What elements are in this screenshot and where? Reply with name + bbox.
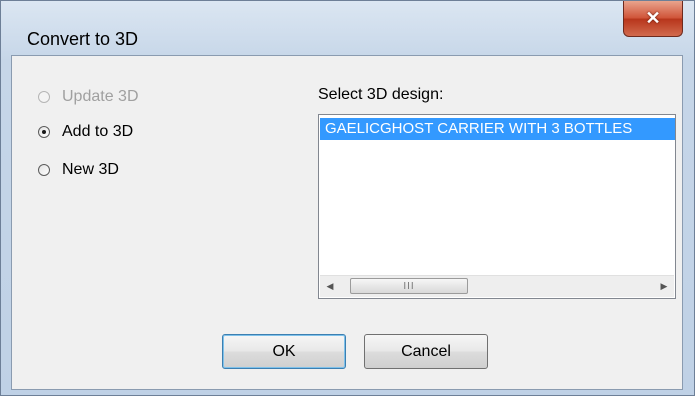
radio-circle-icon: [38, 91, 50, 103]
scroll-right-arrow-icon[interactable]: ▶: [654, 276, 674, 297]
ok-button[interactable]: OK: [222, 334, 346, 369]
radio-selected-dot-icon: [42, 130, 46, 134]
radio-update-3d-label: Update 3D: [62, 88, 139, 105]
radio-circle-icon: [38, 126, 50, 138]
radio-add-to-3d[interactable]: Add to 3D: [38, 123, 133, 141]
dialog-window: Convert to 3D ✕ Update 3D Add to 3D New …: [0, 0, 695, 396]
radio-add-to-3d-label: Add to 3D: [62, 123, 134, 140]
dialog-client-area: Update 3D Add to 3D New 3D Select 3D des…: [11, 55, 683, 390]
radio-new-3d[interactable]: New 3D: [38, 161, 119, 179]
radio-new-3d-label: New 3D: [62, 161, 119, 178]
design-listbox[interactable]: GAELICGHOST CARRIER WITH 3 BOTTLES ◀ III…: [318, 114, 676, 299]
dialog-title: Convert to 3D: [27, 29, 139, 49]
horizontal-scrollbar[interactable]: ◀ III ▶: [320, 275, 674, 297]
list-item[interactable]: GAELICGHOST CARRIER WITH 3 BOTTLES: [320, 118, 675, 140]
scroll-left-arrow-icon[interactable]: ◀: [320, 276, 340, 297]
grip-icon: III: [403, 280, 415, 292]
radio-circle-icon: [38, 164, 50, 176]
close-button[interactable]: ✕: [623, 1, 683, 37]
scrollbar-thumb[interactable]: III: [350, 278, 468, 294]
radio-update-3d[interactable]: Update 3D: [38, 88, 139, 106]
title-bar[interactable]: Convert to 3D ✕: [1, 1, 694, 53]
close-icon: ✕: [645, 8, 661, 28]
select-design-label: Select 3D design:: [318, 86, 444, 103]
cancel-button[interactable]: Cancel: [364, 334, 488, 369]
